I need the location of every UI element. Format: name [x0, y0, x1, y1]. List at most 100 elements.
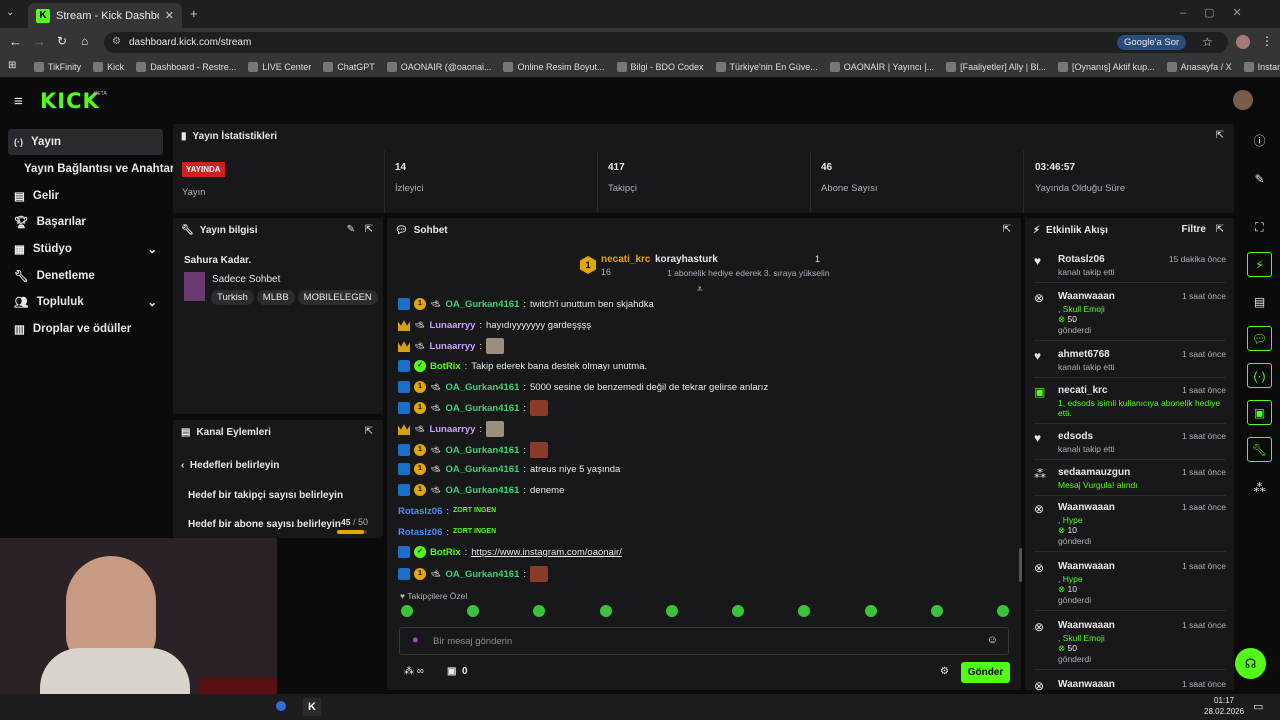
profile-avatar-icon[interactable]	[1236, 35, 1250, 49]
popout-icon[interactable]: ⇱	[1003, 224, 1011, 235]
subscriber-goal-button[interactable]: Hedef bir abone sayısı belirleyin	[188, 519, 341, 530]
quick-emote-icon[interactable]	[401, 605, 413, 617]
quick-emote-icon[interactable]	[599, 605, 612, 617]
tab-close-icon[interactable]: ✕	[165, 9, 174, 22]
chat-input[interactable]: ● Bir mesaj gönderin ☺	[399, 627, 1009, 655]
tab-list-icon[interactable]: ⌄	[6, 7, 14, 18]
bookmark-item[interactable]: [Faaliyetler] Ally | Bl...	[946, 61, 1046, 72]
popout-icon[interactable]: ⇱	[1216, 224, 1224, 235]
chat-username[interactable]: Lunaarryy	[429, 320, 475, 331]
nav-item-droplar[interactable]: ▥ Droplar ve ödüller	[8, 316, 163, 342]
edit-pencil-icon[interactable]: ✎	[347, 224, 355, 235]
store-button[interactable]: ▣ 0	[447, 666, 468, 677]
apps-grid-icon[interactable]: ⊞	[8, 60, 16, 71]
bookmark-item[interactable]: ChatGPT	[323, 61, 375, 72]
bookmark-item[interactable]: Bilgi - BDO Codex	[616, 61, 704, 72]
expand-chevron-icon[interactable]: ⩡	[697, 284, 703, 295]
bookmark-item[interactable]: Online Resim Boyut...	[503, 61, 605, 72]
quick-emote-icon[interactable]	[467, 605, 480, 617]
new-tab-icon[interactable]: +	[190, 6, 198, 21]
kick-logo[interactable]: KICK	[40, 89, 100, 113]
support-headset-icon[interactable]: ☊	[1235, 648, 1266, 679]
chat-username[interactable]: Lunaarryy	[429, 424, 475, 435]
popout-icon[interactable]: ⇱	[365, 224, 373, 235]
quick-emote-icon[interactable]	[930, 605, 943, 617]
nav-item-topluluk[interactable]: 👥︎ Topluluk ⌄	[8, 289, 163, 315]
bookmark-item[interactable]: Türkiye'nin En Güve...	[715, 61, 818, 72]
chat-username[interactable]: OA_Gurkan4161	[445, 485, 519, 496]
bookmark-star-icon[interactable]: ☆	[1202, 35, 1213, 49]
nav-item-yayin[interactable]: (·) Yayın	[8, 129, 163, 155]
chat-username[interactable]: OA_Gurkan4161	[445, 299, 519, 310]
menu-hamburger-icon[interactable]: ≡	[14, 93, 23, 110]
emoji-icon[interactable]: ☺	[987, 634, 998, 646]
chat-username[interactable]: BotRix	[430, 361, 461, 372]
gifter-name[interactable]: korayhasturk	[655, 254, 718, 265]
edit-icon[interactable]: ✎	[1247, 166, 1272, 191]
quick-emote-icon[interactable]	[665, 605, 678, 617]
notification-icon[interactable]: ▭	[1253, 700, 1263, 713]
forward-icon[interactable]: →	[33, 34, 46, 49]
quick-emote-icon[interactable]	[996, 605, 1009, 617]
document-icon[interactable]: ▤	[1247, 289, 1272, 314]
bookmark-item[interactable]: Instant Background...	[1243, 61, 1280, 72]
bookmark-item[interactable]: OAONAIR (@oaonai...	[386, 61, 491, 72]
filter-button[interactable]: Filtre	[1182, 224, 1206, 235]
bolt-toggle-icon[interactable]: ⚡︎	[1247, 252, 1272, 277]
send-button[interactable]: Gönder	[961, 662, 1010, 683]
community-toggle-icon[interactable]: ⁂	[1247, 475, 1272, 500]
popout-icon[interactable]: ⇱	[1216, 130, 1224, 141]
bookmark-item[interactable]: Kick	[93, 61, 124, 72]
popout-icon[interactable]: ⇱	[365, 426, 373, 437]
user-avatar[interactable]	[1233, 90, 1253, 110]
bookmark-item[interactable]: TikFinity	[34, 61, 81, 72]
chat-text[interactable]: https://www.instagram.com/oaonair/	[471, 547, 621, 558]
bookmark-item[interactable]: LIVE Center	[248, 61, 311, 72]
kick-taskbar-icon[interactable]: K	[303, 698, 321, 716]
follower-goal-button[interactable]: Hedef bir takipçi sayısı belirleyin	[188, 490, 343, 501]
broadcast-toggle-icon[interactable]: (·)	[1247, 363, 1272, 388]
mic-icon[interactable]: ●	[412, 634, 419, 646]
fullscreen-icon[interactable]: ⛶	[1247, 215, 1272, 240]
address-bar[interactable]: ⚙ dashboard.kick.com/stream Google'a Sor…	[104, 32, 1228, 53]
channel-points[interactable]: ⁂ ∞	[404, 666, 424, 677]
site-info-icon[interactable]: ⚙	[112, 36, 121, 47]
top-gifter-name[interactable]: necati_krc	[601, 254, 650, 265]
chat-username[interactable]: OA_Gurkan4161	[445, 382, 519, 393]
bookmark-item[interactable]: Dashboard - Restre...	[136, 61, 236, 72]
browser-tab[interactable]: K Stream - Kick Dashboard ✕	[28, 3, 182, 28]
chat-username[interactable]: Rotaslz06	[398, 506, 442, 517]
nav-item-studyo[interactable]: ▦ Stüdyo ⌄	[8, 236, 163, 262]
chat-toggle-icon[interactable]: 💬︎	[1247, 326, 1272, 351]
actions-toggle-icon[interactable]: ▣	[1247, 400, 1272, 425]
quick-emote-icon[interactable]	[864, 605, 877, 617]
chat-username[interactable]: OA_Gurkan4161	[445, 403, 519, 414]
chat-username[interactable]: OA_Gurkan4161	[445, 445, 519, 456]
window-controls[interactable]: –▢✕	[1180, 6, 1260, 19]
browser-menu-icon[interactable]: ⋮	[1261, 34, 1273, 48]
nav-item-denetleme[interactable]: 🔧︎ Denetleme	[8, 263, 163, 289]
back-icon[interactable]: ←	[9, 34, 22, 49]
chat-username[interactable]: BotRix	[430, 547, 461, 558]
nav-item-basarilar[interactable]: 🏆︎ Başarılar	[8, 209, 163, 235]
bookmark-item[interactable]: OAONAIR | Yayıncı |...	[829, 61, 934, 72]
chat-settings-icon[interactable]: ⚙	[940, 666, 949, 677]
bookmark-item[interactable]: [Oynanış] Aktif kup...	[1058, 61, 1155, 72]
home-icon[interactable]: ⌂	[81, 34, 88, 48]
bookmark-item[interactable]: Anasayfa / X	[1166, 61, 1232, 72]
wrench-toggle-icon[interactable]: 🔧︎	[1247, 437, 1272, 462]
nav-item-stream-key[interactable]: Yayın Bağlantısı ve Anahtarı	[8, 156, 178, 182]
nav-item-gelir[interactable]: ▤ Gelir	[8, 183, 163, 209]
chat-username[interactable]: OA_Gurkan4161	[445, 464, 519, 475]
quick-emote-icon[interactable]	[732, 605, 745, 617]
reload-icon[interactable]: ↻	[57, 34, 67, 48]
chat-scrollbar[interactable]	[1019, 548, 1022, 582]
info-icon[interactable]: ⓘ	[1247, 128, 1272, 153]
quick-emote-icon[interactable]	[798, 605, 811, 617]
goals-back-button[interactable]: ‹ Hedefleri belirleyin	[181, 460, 279, 471]
chat-username[interactable]: Rotaslz06	[398, 527, 442, 538]
chat-username[interactable]: OA_Gurkan4161	[445, 569, 519, 580]
taskbar-app-icon[interactable]	[276, 701, 286, 711]
google-ask-button[interactable]: Google'a Sor	[1117, 35, 1187, 50]
chat-username[interactable]: Lunaarryy	[429, 341, 475, 352]
